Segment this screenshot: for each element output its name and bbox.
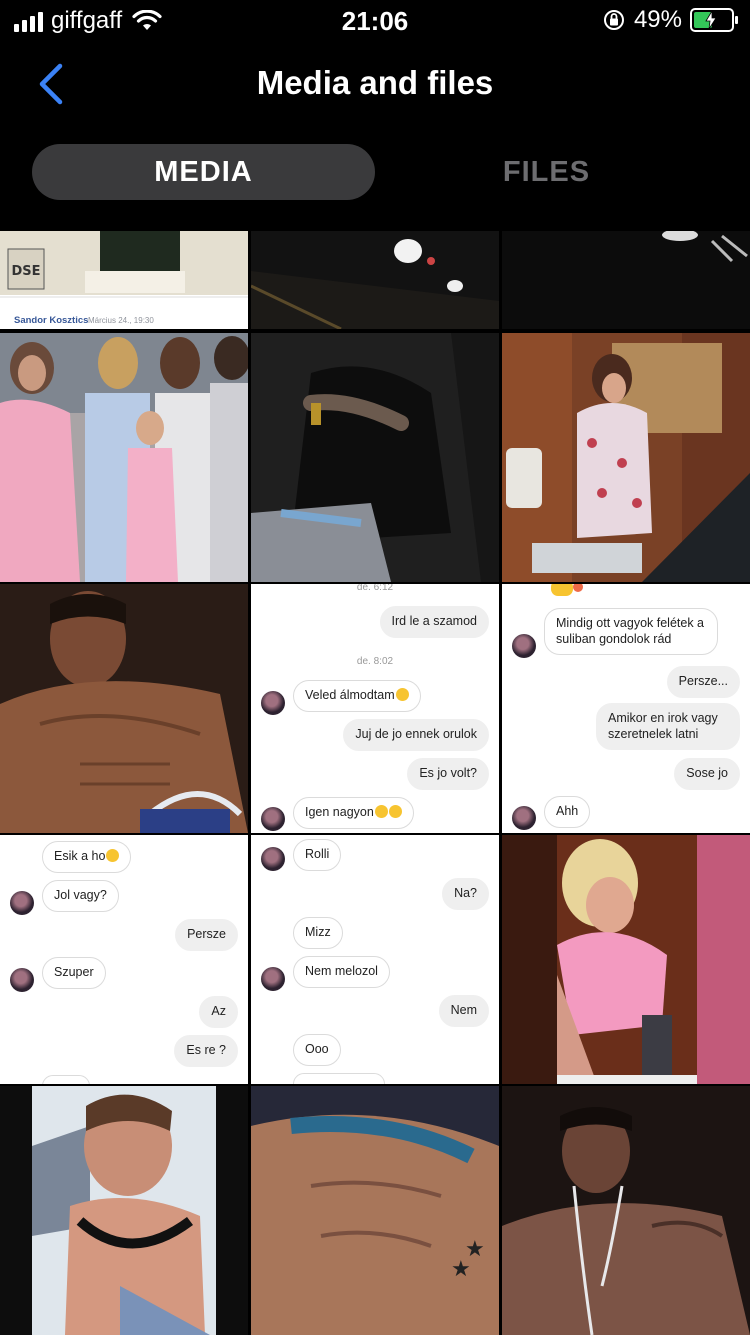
chat-screenshot[interactable]: Mindig ott vagyok felétek a suliban gond… xyxy=(502,584,750,833)
media-thumbnail[interactable] xyxy=(502,333,750,582)
chat-bubble-partial xyxy=(42,1075,90,1084)
emoji-icon xyxy=(374,805,388,818)
orientation-lock-icon xyxy=(603,10,624,30)
media-thumbnail[interactable]: DSE Sandor Kosztics Március 24., 19:30 xyxy=(0,231,248,329)
media-thumbnail[interactable] xyxy=(0,333,248,582)
chat-bubble-received: Nem melozol xyxy=(293,956,390,988)
chat-screenshot[interactable]: Esik a ho Jol vagy? Persze Szuper Az Es … xyxy=(0,835,248,1084)
emoji-icon xyxy=(551,584,573,596)
svg-text:★: ★ xyxy=(451,1257,471,1282)
tab-files[interactable]: FILES xyxy=(375,144,718,200)
chat-timestamp: de. 6:12 xyxy=(356,584,394,593)
photo-image xyxy=(0,1086,248,1335)
chat-bubble-received: Esik a ho xyxy=(42,841,132,873)
battery-charging-icon xyxy=(690,8,738,32)
status-bar: giffgaff 21:06 49% xyxy=(0,0,750,44)
svg-text:DSE: DSE xyxy=(11,264,40,279)
avatar xyxy=(10,968,34,992)
photo-image xyxy=(0,584,248,833)
media-thumbnail[interactable] xyxy=(251,333,499,582)
chat-bubble-received: Ooo xyxy=(293,1034,341,1066)
chat-bubble-sent: Amikor en irok vagy szeretnelek latni xyxy=(596,703,740,751)
message-text: Veled álmodtam xyxy=(305,688,395,702)
chat-bubble-received: Ahh xyxy=(544,796,591,828)
chat-timestamp: de. 8:02 xyxy=(356,656,394,667)
avatar xyxy=(261,967,285,991)
photo-image xyxy=(251,231,499,329)
media-thumbnail[interactable] xyxy=(0,584,248,833)
chat-bubble-sent: Sose jo xyxy=(674,758,740,790)
tab-media[interactable]: MEDIA xyxy=(32,144,375,200)
photo-image xyxy=(251,333,499,582)
photo-image xyxy=(502,231,750,329)
chat-bubble-sent: Az xyxy=(199,996,238,1028)
media-thumbnail[interactable] xyxy=(502,231,750,329)
photo-image xyxy=(502,835,750,1084)
chat-bubble-partial xyxy=(293,1073,385,1084)
photo-image xyxy=(502,1086,750,1335)
charging-bolt-icon xyxy=(705,10,717,30)
photo-image: ★ ★ xyxy=(251,1086,499,1335)
chat-bubble-received: Mindig ott vagyok felétek a suliban gond… xyxy=(544,608,718,656)
battery-percent: 49% xyxy=(633,6,682,33)
segmented-control: MEDIA FILES xyxy=(32,144,718,200)
chat-bubble-received: Rolli xyxy=(293,839,342,871)
chat-bubble-sent: Persze... xyxy=(666,666,740,698)
message-text: Esik a ho xyxy=(54,849,106,863)
heart-icon xyxy=(573,584,583,592)
chat-bubble-sent: Es jo volt? xyxy=(407,758,489,790)
chat-bubble-received: Szuper xyxy=(42,957,106,989)
media-thumbnail[interactable] xyxy=(502,835,750,1084)
message-text: Igen nagyon xyxy=(305,805,374,819)
avatar xyxy=(261,691,285,715)
chat-bubble-sent: Persze xyxy=(175,919,238,951)
post-date: Március 24., 19:30 xyxy=(88,316,154,325)
page-title: Media and files xyxy=(256,64,494,101)
emoji-icon xyxy=(388,805,402,818)
chat-bubble-sent: Juj de jo ennek orulok xyxy=(343,719,489,751)
chat-bubble-sent: Na? xyxy=(442,878,489,910)
chat-bubble-received: Igen nagyon xyxy=(293,797,414,829)
emoji-icon xyxy=(106,849,120,862)
chat-screenshot[interactable]: de. 6:12 Ird le a szamod de. 8:02 Veled … xyxy=(251,584,499,833)
chat-bubble-received: Mizz xyxy=(293,917,343,949)
media-thumbnail[interactable] xyxy=(0,1086,248,1335)
chat-bubble-sent: Nem xyxy=(438,995,489,1027)
avatar xyxy=(512,806,536,830)
chat-bubble-sent: Es re ? xyxy=(174,1035,238,1067)
status-right: 49% xyxy=(602,6,738,34)
post-author: Sandor Kosztics xyxy=(14,315,89,326)
chat-screenshot[interactable]: Rolli Na? Mizz Nem melozol Nem Ooo xyxy=(251,835,499,1084)
chat-bubble-sent: Ird le a szamod xyxy=(379,606,489,638)
chat-bubble-received: Jol vagy? xyxy=(42,880,119,912)
photo-image xyxy=(0,333,248,582)
avatar xyxy=(512,634,536,658)
media-thumbnail[interactable]: ★ ★ xyxy=(251,1086,499,1335)
media-thumbnail[interactable] xyxy=(251,231,499,329)
avatar xyxy=(261,847,285,871)
photo-image xyxy=(502,333,750,582)
avatar xyxy=(10,891,34,915)
chat-bubble-received: Veled álmodtam xyxy=(293,680,421,712)
media-thumbnail[interactable] xyxy=(502,1086,750,1335)
avatar xyxy=(261,807,285,831)
emoji-icon xyxy=(395,688,409,701)
